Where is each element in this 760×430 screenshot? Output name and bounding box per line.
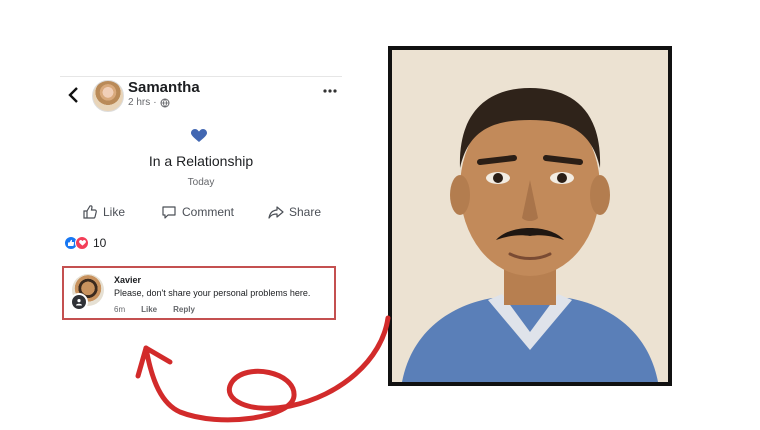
divider: [60, 76, 342, 77]
comment-text: Please, don't share your personal proble…: [114, 288, 311, 298]
comment-button[interactable]: Comment: [161, 202, 234, 222]
reactions-summary[interactable]: 10: [64, 236, 106, 250]
status-date: Today: [187, 177, 215, 188]
comment-label: Comment: [182, 205, 235, 219]
like-icon: [83, 205, 97, 219]
comment-icon: [162, 206, 176, 219]
heart-icon: [191, 129, 207, 142]
comment-author-name[interactable]: Xavier: [114, 275, 141, 285]
red-arrow-annotation: [135, 315, 391, 423]
love-reaction-icon: [75, 236, 89, 250]
man-portrait-image: [392, 50, 668, 382]
post-author-name[interactable]: Samantha: [128, 79, 200, 96]
relationship-status: In a Relationship: [148, 153, 254, 169]
share-label: Share: [289, 205, 322, 219]
back-arrow-icon[interactable]: [66, 86, 80, 104]
post-meta: 2 hrs ·: [128, 97, 170, 108]
share-icon: [268, 206, 284, 219]
share-button[interactable]: Share: [268, 202, 321, 222]
like-label: Like: [103, 205, 126, 219]
profile-photo: [388, 46, 672, 386]
post-actions: Like Comment Share: [60, 202, 342, 222]
facebook-post: Samantha 2 hrs · In a Relationship Today…: [60, 72, 342, 332]
more-icon[interactable]: [322, 87, 338, 95]
globe-icon: [160, 98, 170, 107]
reaction-count: 10: [93, 236, 107, 250]
like-button[interactable]: Like: [82, 202, 125, 222]
user-badge-icon: [70, 293, 88, 311]
avatar[interactable]: [92, 80, 124, 112]
post-time: 2 hrs: [128, 97, 151, 108]
